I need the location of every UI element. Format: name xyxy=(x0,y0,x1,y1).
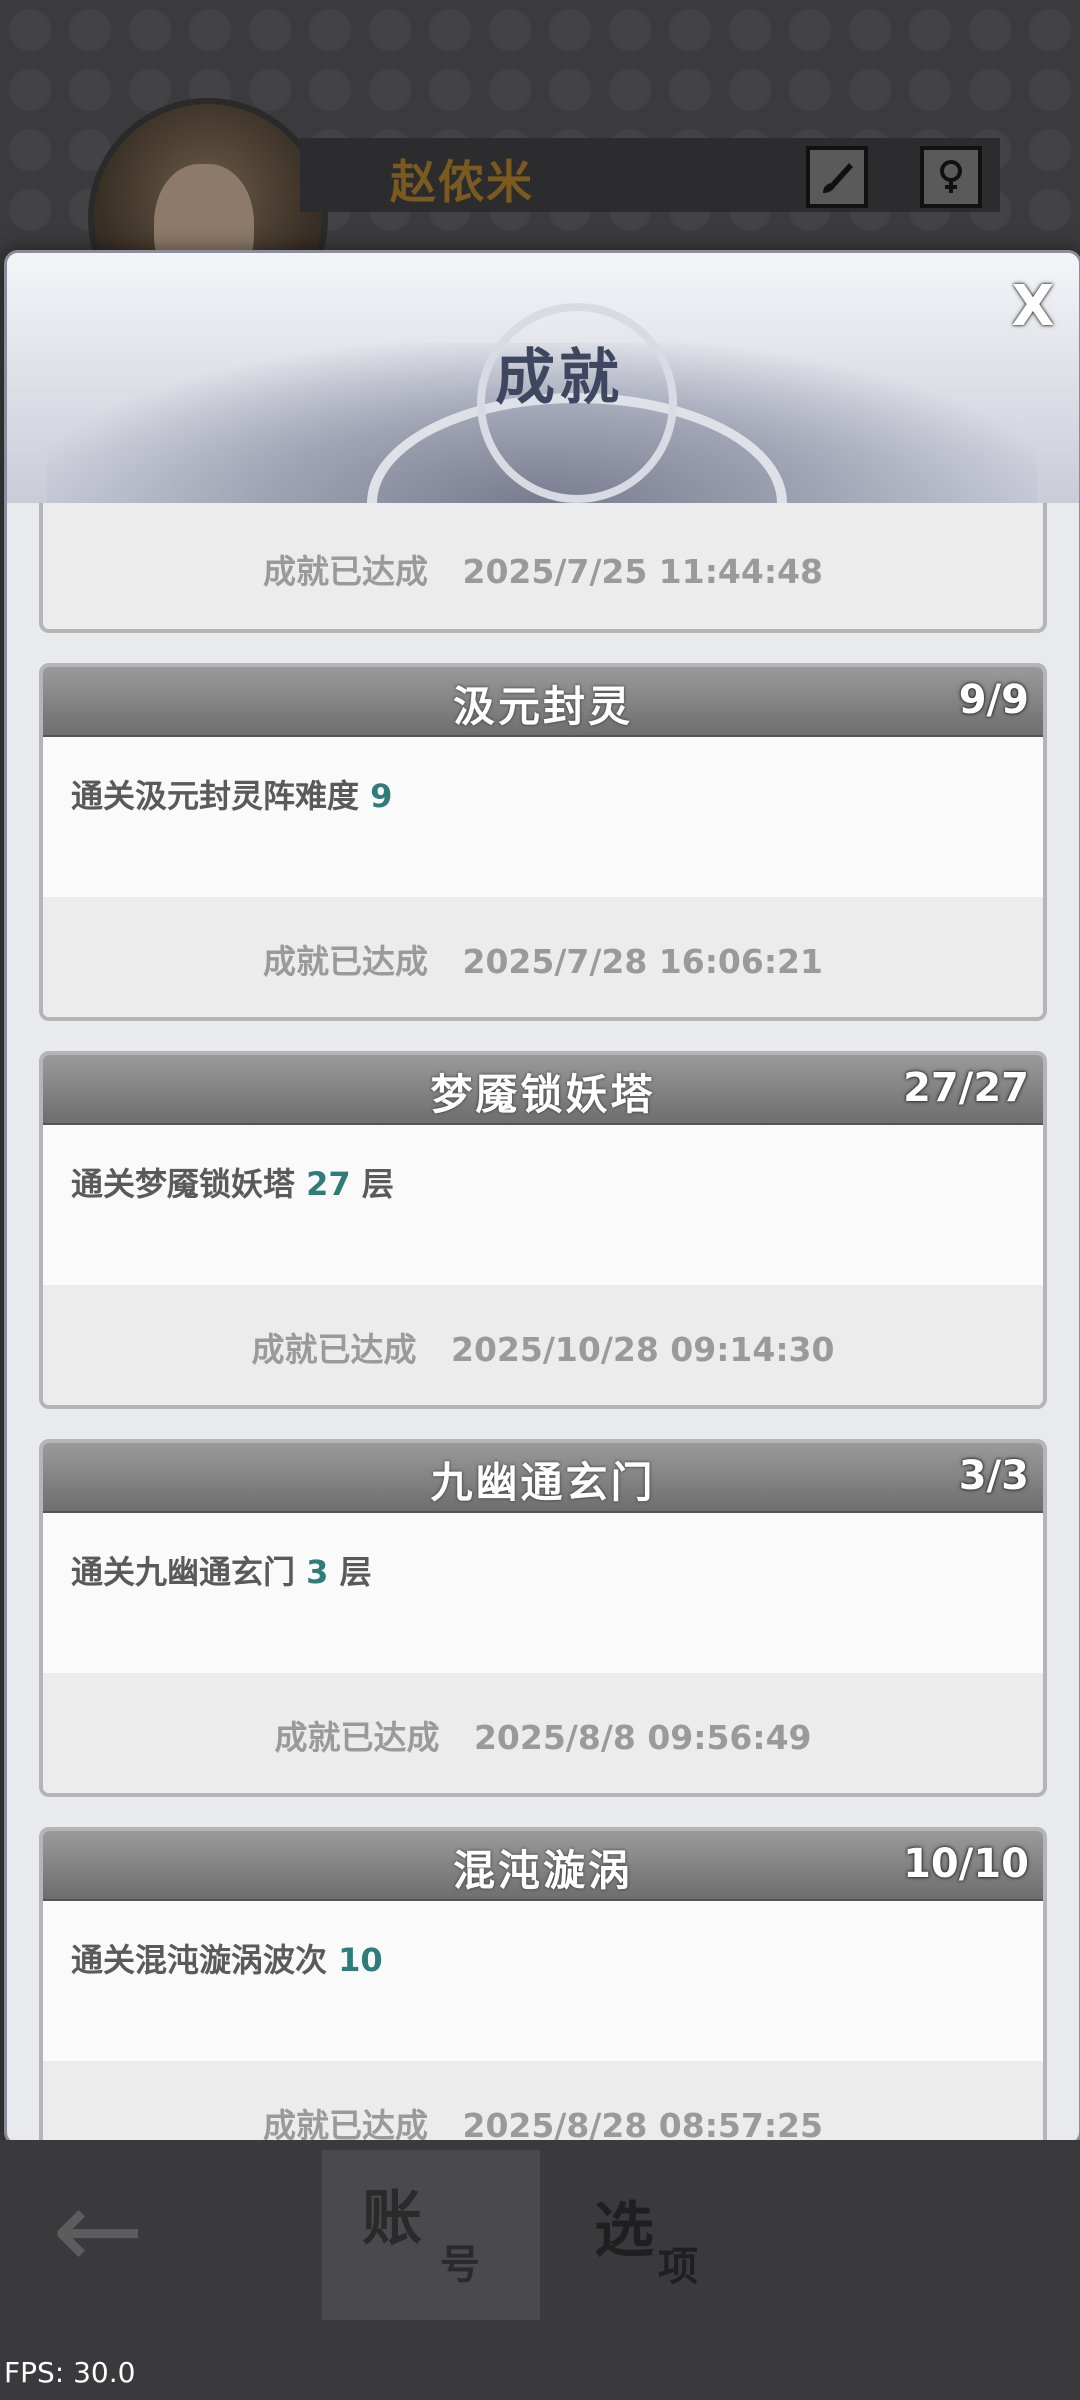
achievement-list[interactable]: 成就已达成 2025/7/25 11:44:48 汲元封灵 9/9 通关汲元封灵… xyxy=(7,503,1079,2143)
card-footer: 成就已达成 2025/7/28 16:06:21 xyxy=(43,897,1043,1017)
achievement-progress: 27/27 xyxy=(903,1065,1029,1111)
achievement-progress: 9/9 xyxy=(958,677,1029,723)
player-name: 赵侬米 xyxy=(390,155,534,209)
achievement-progress: 3/3 xyxy=(958,1453,1029,1499)
achievement-status: 成就已达成 2025/7/28 16:06:21 xyxy=(263,942,823,981)
card-header: 混沌漩涡 10/10 xyxy=(43,1831,1043,1901)
fps-counter: FPS: 30.0 xyxy=(4,2356,136,2389)
back-arrow-icon[interactable]: ← xyxy=(52,2175,182,2285)
card-footer: 成就已达成 2025/10/28 09:14:30 xyxy=(43,1285,1043,1405)
tab-options[interactable]: 选 项 xyxy=(580,2150,780,2320)
card-header: 九幽通玄门 3/3 xyxy=(43,1443,1043,1513)
achievement-status: 成就已达成 2025/8/8 09:56:49 xyxy=(274,1718,812,1757)
achievement-card: 九幽通玄门 3/3 通关九幽通玄门 3 层 成就已达成 2025/8/8 09:… xyxy=(39,1439,1047,1797)
card-body: 通关汲元封灵阵难度 9 xyxy=(43,737,1043,897)
achievement-title: 九幽通玄门 xyxy=(430,1458,656,1507)
achievement-card: 混沌漩涡 10/10 通关混沌漩涡波次 10 成就已达成 2025/8/28 0… xyxy=(39,1827,1047,2143)
achievement-status: 成就已达成 2025/8/28 08:57:25 xyxy=(263,2106,823,2143)
achievement-title: 混沌漩涡 xyxy=(452,1846,633,1895)
tab-account[interactable]: 账 号 xyxy=(322,2150,540,2320)
card-header: 汲元封灵 9/9 xyxy=(43,667,1043,737)
gender-icon[interactable] xyxy=(920,146,982,208)
card-footer: 成就已达成 2025/8/28 08:57:25 xyxy=(43,2061,1043,2143)
tab-account-label: 账 xyxy=(362,2184,422,2254)
achievement-description: 通关梦魇锁妖塔 27 层 xyxy=(71,1165,394,1203)
achievement-description: 通关混沌漩涡波次 10 xyxy=(71,1941,383,1979)
card-footer: 成就已达成 2025/8/8 09:56:49 xyxy=(43,1673,1043,1793)
achievement-title: 梦魇锁妖塔 xyxy=(430,1070,656,1119)
achievement-modal: 成就 X 成就已达成 2025/7/25 11:44:48 汲元封灵 9/9 通… xyxy=(4,250,1080,2146)
modal-header: 成就 X xyxy=(7,253,1079,503)
achievement-card: 梦魇锁妖塔 27/27 通关梦魇锁妖塔 27 层 成就已达成 2025/10/2… xyxy=(39,1051,1047,1409)
card-body: 通关九幽通玄门 3 层 xyxy=(43,1513,1043,1673)
card-body: 通关梦魇锁妖塔 27 层 xyxy=(43,1125,1043,1285)
modal-title: 成就 xyxy=(495,343,623,413)
achievement-status: 成就已达成 2025/10/28 09:14:30 xyxy=(251,1330,835,1369)
achievement-title: 汲元封灵 xyxy=(452,682,633,731)
achievement-progress: 10/10 xyxy=(903,1841,1029,1887)
achievement-card-partial: 成就已达成 2025/7/25 11:44:48 xyxy=(39,503,1047,633)
tab-options-sublabel: 项 xyxy=(658,2244,698,2290)
achievement-status: 成就已达成 2025/7/25 11:44:48 xyxy=(263,552,823,591)
tab-options-label: 选 xyxy=(594,2196,654,2266)
achievement-description: 通关汲元封灵阵难度 9 xyxy=(71,777,393,815)
achievement-description: 通关九幽通玄门 3 层 xyxy=(71,1553,372,1591)
card-header: 梦魇锁妖塔 27/27 xyxy=(43,1055,1043,1125)
tab-account-sublabel: 号 xyxy=(440,2242,480,2288)
achievement-card: 汲元封灵 9/9 通关汲元封灵阵难度 9 成就已达成 2025/7/28 16:… xyxy=(39,663,1047,1021)
close-icon[interactable]: X xyxy=(1005,279,1061,335)
brush-icon[interactable] xyxy=(806,146,868,208)
card-body: 通关混沌漩涡波次 10 xyxy=(43,1901,1043,2061)
